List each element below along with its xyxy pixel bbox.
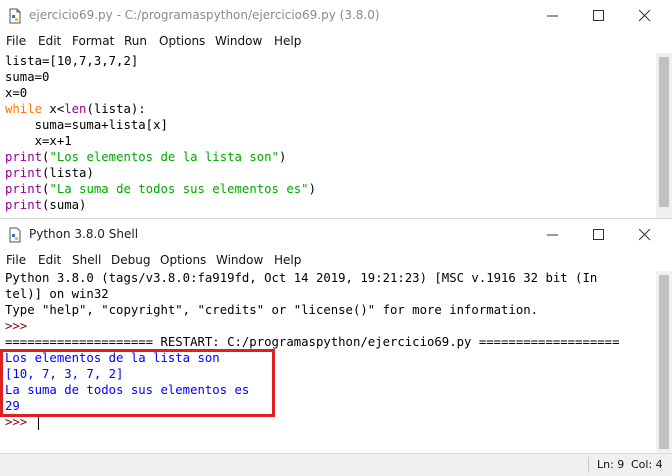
editor-code-area[interactable]: lista=[10,7,3,7,2] suma=0 x=0 while x<len(l… (0, 53, 650, 213)
editor.code-token: suma=0 (5, 70, 50, 84)
python-logo-icon (9, 227, 21, 243)
shell-scrollbar[interactable] (656, 271, 672, 454)
editor-titlebar: ejercicio69.py - C:/programaspython/ejer… (0, 0, 672, 32)
shell-menu-shell[interactable]: Shell (72, 253, 101, 267)
editor.code-line: print("La suma de todos sus elementos es… (0, 181, 650, 197)
editor.code-token: (lista) (42, 166, 94, 180)
editor.code-token: x=0 (5, 86, 28, 100)
editor.code-line: print(lista) (0, 165, 650, 181)
shell-menu-file[interactable]: File (6, 253, 26, 267)
shell.lines-token: Python 3.8.0 (tags/v3.8.0:fa919fd, Oct 1… (5, 271, 598, 285)
editor.code-token: lista=[10,7,3,7,2] (5, 54, 139, 68)
minimize-button[interactable] (530, 0, 576, 32)
editor.code-token: (suma) (42, 198, 87, 212)
minimize-icon (547, 234, 558, 236)
editor-menu-format[interactable]: Format (72, 34, 114, 48)
shell-menubar: File Edit Shell Debug Options Window Help (0, 251, 672, 271)
shell-menu-options[interactable]: Options (160, 253, 206, 267)
editor.code-line: while x<len(lista): (0, 101, 650, 117)
editor.code-token: print (5, 198, 43, 212)
editor.code-line: suma=0 (0, 69, 650, 85)
close-icon (639, 229, 651, 241)
shell.lines-line: tel)] on win32 (0, 286, 650, 302)
minimize-icon (547, 15, 558, 17)
shell-menu-debug[interactable]: Debug (111, 253, 150, 267)
shell-menu-edit[interactable]: Edit (38, 253, 61, 267)
editor.code-token: while (5, 102, 43, 116)
editor-menu-window[interactable]: Window (215, 34, 262, 48)
shell-scrollbar-thumb[interactable] (659, 275, 669, 449)
editor.code-token: print (5, 166, 43, 180)
shell.lines-line: Type "help", "copyright", "credits" or "… (0, 302, 650, 318)
shell-close-button[interactable] (622, 219, 668, 251)
maximize-icon (593, 10, 604, 21)
shell.lines-token: tel)] on win32 (5, 287, 109, 301)
editor-scrollbar[interactable] (656, 53, 672, 218)
maximize-icon (593, 229, 604, 240)
editor.code-line: suma=suma+lista[x] (0, 117, 650, 133)
output-highlight-box (0, 349, 275, 417)
status-line: Ln: 9 (597, 458, 625, 471)
editor.code-token: "La suma de todos sus elementos es" (49, 182, 309, 196)
editor-menu-help[interactable]: Help (274, 34, 301, 48)
editor-menubar: File Edit Format Run Options Window Help (0, 32, 672, 52)
editor.code-line: x=x+1 (0, 133, 650, 149)
text-cursor (37, 415, 39, 430)
shell-titlebar: Python 3.8.0 Shell (0, 219, 672, 251)
shell-maximize-button[interactable] (576, 219, 622, 251)
editor.code-line: print(suma) (0, 197, 650, 213)
editor-menu-file[interactable]: File (6, 34, 26, 48)
editor-menu-options[interactable]: Options (159, 34, 205, 48)
close-icon (639, 10, 651, 22)
python-file-icon (9, 8, 21, 24)
shell.lines-token: ==================== RESTART: C:/program… (5, 335, 620, 349)
maximize-button[interactable] (576, 0, 622, 32)
editor.code-token: print (5, 182, 43, 196)
editor.code-token: (lista): (86, 102, 146, 116)
shell.lines-token: >>> (5, 319, 35, 333)
editor.code-line: x=0 (0, 85, 650, 101)
editor.code-token: print (5, 150, 43, 164)
shell.lines-token: >>> (5, 415, 35, 429)
editor.code-line: print("Los elementos de la lista son") (0, 149, 650, 165)
editor.code-token: "Los elementos de la lista son" (49, 150, 279, 164)
editor-scrollbar-thumb[interactable] (659, 57, 669, 207)
shell.lines-line: >>> (0, 318, 650, 334)
editor.code-token: x< (42, 102, 65, 116)
shell-menu-help[interactable]: Help (274, 253, 301, 267)
editor.code-line: lista=[10,7,3,7,2] (0, 53, 650, 69)
editor-menu-edit[interactable]: Edit (38, 34, 61, 48)
editor-title: ejercicio69.py - C:/programaspython/ejer… (29, 8, 380, 22)
editor.code-token: x=x+1 (5, 134, 72, 148)
editor.code-token: suma=suma+lista[x] (5, 118, 168, 132)
editor.code-token: ) (308, 182, 316, 196)
editor-menu-run[interactable]: Run (124, 34, 147, 48)
status-column: Col: 4 (631, 458, 663, 471)
shell-minimize-button[interactable] (530, 219, 576, 251)
status-bar: Ln: 9 Col: 4 (0, 453, 672, 476)
status-separator (588, 457, 589, 473)
editor.code-token: ) (278, 150, 287, 164)
shell-menu-window[interactable]: Window (216, 253, 263, 267)
shell.lines-token: Type "help", "copyright", "credits" or "… (5, 303, 539, 317)
shell.lines-line: ==================== RESTART: C:/program… (0, 334, 650, 350)
shell-title: Python 3.8.0 Shell (29, 227, 139, 241)
editor.code-token: len (64, 102, 87, 116)
close-button[interactable] (622, 0, 668, 32)
shell.lines-line: Python 3.8.0 (tags/v3.8.0:fa919fd, Oct 1… (0, 270, 650, 286)
